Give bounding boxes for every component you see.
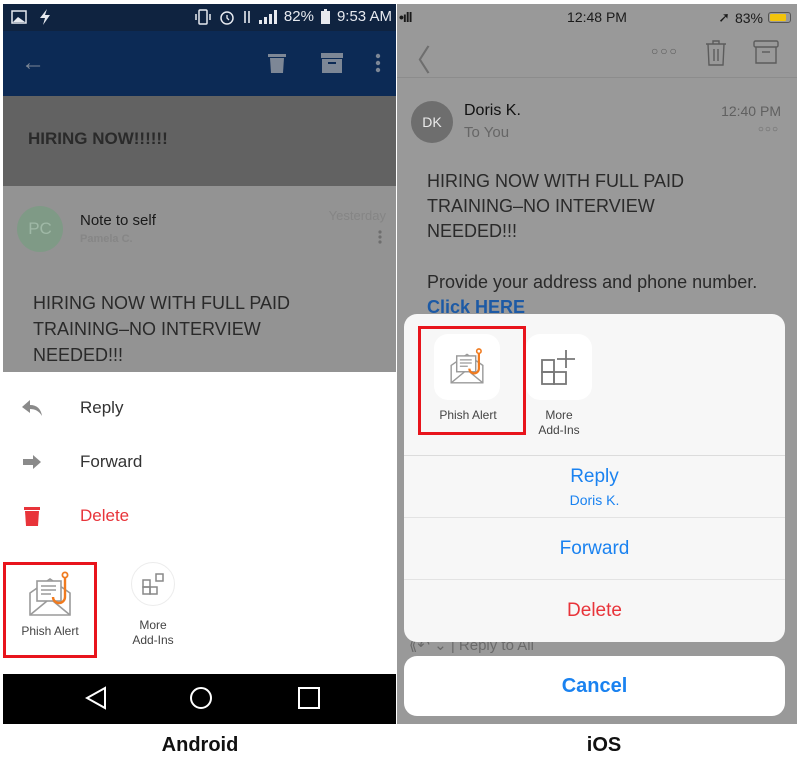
message-line: NEEDED!!! [427,221,518,241]
more-vert-icon[interactable] [375,53,381,73]
android-nav-bar [3,674,396,724]
reply-label: Reply [80,398,124,417]
avatar: DK [411,101,453,143]
ios-screen: •ıll 12:48 PM ➚ 83% 〈 ○○○ DK Doris K. To… [397,4,797,724]
battery-fill [770,14,786,21]
phish-alert-icon [450,348,484,384]
more-add-ins-label-line1: More [545,408,573,422]
cancel-button[interactable]: Cancel [404,656,785,716]
more-add-ins-label-line1: More [139,618,167,632]
flash-icon [40,9,50,25]
phish-alert-button[interactable] [434,334,500,400]
archive-icon[interactable] [321,53,343,73]
home-circle-icon[interactable] [189,686,213,710]
more-add-ins-label: More Add-Ins [519,408,599,438]
phish-alert-label: Phish Alert [439,408,497,422]
ios-toolbar: 〈 ○○○ [397,30,797,78]
reply-icon [21,397,43,419]
message-title: Note to self [80,212,156,229]
forward-button[interactable]: Forward [404,518,785,580]
forward-label: Forward [80,452,143,471]
phish-alert-label: Phish Alert [21,624,79,638]
message-body-text: Provide your address and phone number. [427,272,758,292]
email-subject: HIRING NOW!!!!!! [28,129,168,148]
more-add-ins-label-line2: Add-Ins [132,633,174,647]
more-horiz-icon[interactable]: ○○○ [651,44,679,58]
trash-icon[interactable] [705,40,727,66]
avatar: PC [17,206,63,252]
recents-square-icon[interactable] [297,686,321,710]
status-time: 9:53 AM [336,8,392,25]
back-arrow-icon[interactable]: ← [21,49,45,77]
delete-label: Delete [80,506,130,525]
back-triangle-icon[interactable] [85,686,107,710]
message-line: HIRING NOW WITH FULL PAID [33,293,291,313]
vibrate-icon [195,8,211,25]
delete-button[interactable]: Delete [3,496,396,536]
android-status-bar: 82% 9:53 AM [3,4,396,31]
battery-percent: 82% [283,8,314,25]
data-icon [244,10,250,23]
phish-alert-button[interactable]: Phish Alert [3,562,97,658]
android-toolbar: ← [3,31,396,96]
forward-label: Forward [559,538,630,559]
message-more-icon[interactable]: ○○○ [758,124,779,135]
message-date: Yesterday [328,208,386,223]
location-arrow-icon: ➚ [718,9,730,25]
reply-button[interactable]: Reply [3,388,396,428]
more-add-ins-button[interactable] [526,334,592,400]
add-ins-icon [142,573,164,595]
archive-icon[interactable] [753,40,779,64]
ios-action-sheet: Phish Alert More Add-Ins Reply Doris K. … [404,314,785,642]
message-line: NEEDED!!! [33,345,124,365]
message-line: TRAINING–NO INTERVIEW [33,319,261,339]
signal-icon [258,9,277,24]
message-text-2: Provide your address and phone number. C… [427,270,767,320]
message-more-icon[interactable] [378,230,382,244]
add-ins-row: Phish Alert More Add-Ins [404,314,785,456]
phish-alert-icon [29,571,71,616]
ios-status-bar: •ıll 12:48 PM ➚ 83% [397,4,797,30]
email-subject-bar: HIRING NOW!!!!!! [3,96,396,186]
message-text: HIRING NOW WITH FULL PAID TRAINING–NO IN… [427,169,767,244]
android-screen: 82% 9:53 AM ← HIRING NOW!!!!!! PC Note t… [3,4,396,724]
message-time: 12:40 PM [721,103,781,119]
ios-caption: iOS [586,734,622,756]
delete-button[interactable]: Delete [404,580,785,642]
alarm-icon [220,10,234,25]
message-line: HIRING NOW WITH FULL PAID [427,171,685,191]
trash-icon [21,505,43,527]
chevron-left-icon[interactable]: 〈 [401,36,431,80]
sender-name: Doris K. [464,102,521,119]
email-body: PC Note to self Pamela C. Yesterday HIRI… [3,186,396,372]
add-ins-icon-circle [131,562,175,606]
recipient: To You [464,124,510,141]
forward-icon [21,451,43,473]
reply-recipient: Doris K. [569,492,620,508]
reply-button[interactable]: Reply Doris K. [404,456,785,518]
battery-icon [768,12,791,23]
message-text: HIRING NOW WITH FULL PAID TRAINING–NO IN… [33,290,290,368]
sender-name: Pamela C. [80,233,133,245]
add-ins-icon [541,350,575,385]
android-caption: Android [161,734,239,756]
more-add-ins-label-line2: Add-Ins [538,423,580,437]
more-add-ins-button[interactable]: More Add-Ins [113,562,193,648]
message-line: TRAINING–NO INTERVIEW [427,196,655,216]
trash-icon[interactable] [268,53,286,73]
delete-label: Delete [567,600,622,621]
android-action-sheet: Reply Forward Delete Phish Alert More Ad… [3,372,396,674]
reply-label: Reply [570,466,619,487]
forward-button[interactable]: Forward [3,442,396,482]
battery-percent: 83% [734,9,763,26]
battery-icon [320,9,330,24]
image-icon [11,10,27,24]
